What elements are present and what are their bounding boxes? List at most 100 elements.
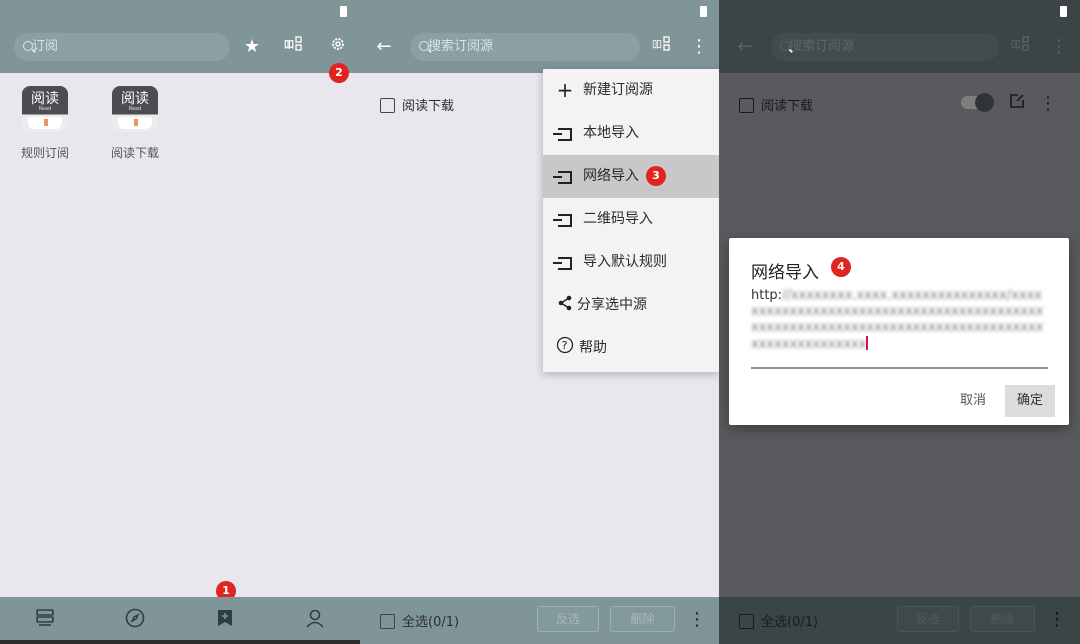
delete-button[interactable]: 删除	[970, 606, 1035, 632]
source-row[interactable]: 阅读下载	[739, 95, 813, 114]
import-icon	[553, 198, 575, 241]
input-underline	[751, 367, 1048, 369]
menu-item-qrcode-import[interactable]: 二维码导入	[543, 198, 719, 241]
edit-icon[interactable]	[1005, 92, 1029, 116]
app-icon: 阅读 Read	[22, 86, 68, 132]
app-icon-title: 阅读	[31, 91, 59, 107]
svg-text:吅: 吅	[284, 39, 294, 51]
select-all[interactable]: 全选(0/1)	[739, 611, 818, 630]
menu-label: 导入默认规则	[583, 254, 667, 270]
app-icon-title: 阅读	[121, 91, 149, 107]
svg-text:?: ?	[562, 339, 568, 352]
menu-item-network-import[interactable]: 网络导入	[543, 155, 719, 198]
selection-bar: 全选(0/1) 反选 删除 ⋮	[719, 597, 1080, 644]
menu-item-new-source[interactable]: + 新建订阅源	[543, 69, 719, 112]
battery-icon	[700, 6, 707, 17]
menu-label: 分享选中源	[577, 297, 647, 313]
help-icon: ?	[555, 327, 575, 370]
bookshelf-icon[interactable]	[33, 607, 57, 631]
back-arrow-icon[interactable]: ←	[372, 35, 396, 59]
svg-text:吅: 吅	[652, 40, 662, 51]
delete-button[interactable]: 删除	[610, 606, 675, 632]
menu-item-local-import[interactable]: 本地导入	[543, 112, 719, 155]
dialog-title: 网络导入	[751, 263, 819, 283]
subscription-panel: 订阅 ★ 吅 2 阅读 Read 规则订阅 阅读 Read 阅读下载 1	[0, 0, 360, 644]
url-redacted: //xxxxxxxx.xxxx.xxxxxxxxxxxxxxx/xxxxxxxx…	[751, 288, 1044, 352]
menu-item-import-default[interactable]: 导入默认规则	[543, 241, 719, 284]
group-icon[interactable]: 吅	[650, 35, 674, 59]
profile-icon[interactable]	[303, 607, 327, 631]
app-label: 阅读下载	[110, 146, 159, 160]
status-bar	[0, 0, 360, 22]
settings-icon[interactable]	[326, 35, 350, 59]
menu-label: 帮助	[579, 340, 607, 356]
url-text: http:	[751, 288, 783, 303]
status-bar	[719, 0, 1080, 22]
step-badge-4: 4	[831, 257, 851, 277]
search-icon	[23, 41, 33, 51]
more-vert-icon[interactable]: ⋮	[687, 35, 711, 59]
menu-item-help[interactable]: ? 帮助	[543, 327, 719, 370]
top-toolbar: 订阅 ★ 吅	[0, 22, 360, 73]
search-placeholder: 搜索订阅源	[428, 39, 494, 54]
invert-selection-button[interactable]: 反选	[537, 606, 599, 632]
menu-label: 本地导入	[583, 125, 639, 141]
search-icon	[419, 41, 429, 51]
url-input[interactable]: http://xxxxxxxx.xxxx.xxxxxxxxxxxxxxx/xxx…	[751, 288, 1048, 368]
more-vert-icon[interactable]: ⋮	[1045, 608, 1069, 632]
group-icon[interactable]: 吅	[282, 35, 306, 59]
svg-text:吅: 吅	[1011, 40, 1021, 51]
share-icon	[555, 284, 575, 327]
app-tile-rule-subscription[interactable]: 阅读 Read 规则订阅	[15, 86, 75, 161]
import-icon	[553, 112, 575, 155]
select-all[interactable]: 全选(0/1)	[380, 611, 459, 630]
app-icon-subtitle: Read	[128, 106, 142, 112]
more-vert-icon[interactable]: ⋮	[1036, 92, 1060, 116]
source-manage-panel: ← 搜索订阅源 吅 ⋮ 阅读下载 + 新建订阅源 本地导入 网络导入 二维码导入	[360, 0, 719, 644]
app-tile-read-download[interactable]: 阅读 Read 阅读下载	[105, 86, 165, 161]
plus-icon: +	[556, 78, 574, 102]
select-all-checkbox[interactable]	[380, 614, 395, 629]
select-all-checkbox[interactable]	[739, 614, 754, 629]
status-bar	[360, 0, 719, 22]
system-nav-bar	[0, 640, 360, 644]
search-input[interactable]: 订阅	[14, 33, 230, 61]
source-enable-toggle[interactable]	[961, 93, 994, 112]
source-row[interactable]: 阅读下载	[380, 95, 454, 114]
source-name: 阅读下载	[761, 99, 814, 114]
top-toolbar: ← 搜索订阅源 吅 ⋮	[719, 22, 1080, 73]
search-input[interactable]: 搜索订阅源	[410, 33, 640, 61]
menu-item-share-selected[interactable]: 分享选中源	[543, 284, 719, 327]
bottom-navigation	[0, 597, 360, 644]
cancel-button[interactable]: 取消	[951, 385, 995, 417]
select-all-label: 全选(0/1)	[402, 615, 460, 630]
more-vert-icon[interactable]: ⋮	[685, 608, 709, 632]
select-all-label: 全选(0/1)	[761, 615, 819, 630]
app-icon-subtitle: Read	[38, 106, 52, 112]
explore-icon[interactable]	[123, 607, 147, 631]
import-icon	[553, 155, 575, 198]
confirm-button[interactable]: 确定	[1005, 385, 1055, 417]
search-input[interactable]: 搜索订阅源	[771, 33, 999, 61]
book-icon	[118, 117, 152, 129]
step-badge-3: 3	[646, 166, 666, 186]
star-icon[interactable]: ★	[240, 35, 264, 59]
step-badge-2: 2	[329, 63, 349, 83]
book-icon	[28, 117, 62, 129]
more-vert-icon[interactable]: ⋮	[1047, 35, 1071, 59]
network-import-panel: ← 搜索订阅源 吅 ⋮ 阅读下载 ⋮ 网络导入 4 http://xxxxxxx…	[719, 0, 1080, 644]
app-icon: 阅读 Read	[112, 86, 158, 132]
back-arrow-icon[interactable]: ←	[733, 35, 757, 59]
selection-bar: 全选(0/1) 反选 删除 ⋮	[360, 597, 719, 644]
overflow-menu: + 新建订阅源 本地导入 网络导入 二维码导入 导入默认规则 分享选中源 ? 帮…	[543, 69, 719, 372]
source-checkbox[interactable]	[739, 98, 754, 113]
source-name: 阅读下载	[402, 99, 455, 114]
invert-selection-button[interactable]: 反选	[897, 606, 959, 632]
menu-label: 二维码导入	[583, 211, 653, 227]
search-placeholder: 订阅	[32, 39, 59, 54]
source-checkbox[interactable]	[380, 98, 395, 113]
group-icon[interactable]: 吅	[1009, 35, 1033, 59]
import-icon	[553, 241, 575, 284]
rss-bookmark-icon[interactable]	[213, 607, 237, 631]
battery-icon	[340, 6, 347, 17]
